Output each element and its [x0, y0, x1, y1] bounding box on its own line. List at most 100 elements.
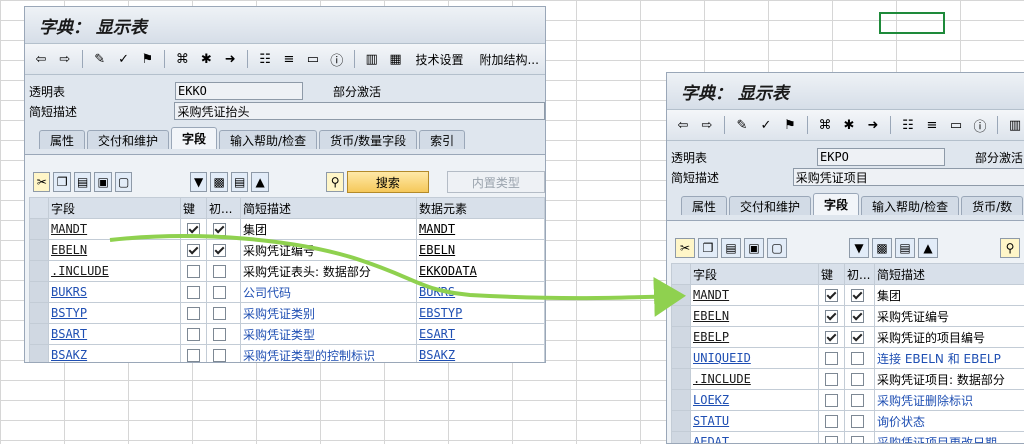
data-element-link[interactable]: BUKRS	[417, 282, 545, 303]
forward-icon[interactable]: ⇨	[55, 49, 75, 69]
initial-checkbox[interactable]	[213, 223, 226, 236]
tab-input-help-check[interactable]: 输入帮助/检查	[861, 196, 959, 215]
key-checkbox[interactable]	[825, 352, 838, 365]
row-selector[interactable]	[30, 324, 49, 345]
key-checkbox[interactable]	[187, 286, 200, 299]
selected-cell[interactable]	[879, 12, 945, 34]
short-desc-field[interactable]: 采购凭证项目	[793, 168, 1024, 186]
hierarchy-icon[interactable]: ☷	[898, 115, 918, 135]
table-row[interactable]: .INCLUDE采购凭证项目: 数据部分	[672, 369, 1024, 390]
sort-up-icon[interactable]: ▲	[918, 238, 938, 258]
row-selector-header[interactable]	[30, 198, 49, 219]
builtin-type-button[interactable]: 内置类型	[447, 171, 545, 193]
row-selector[interactable]	[30, 282, 49, 303]
short-desc-field[interactable]: 采购凭证抬头	[174, 102, 545, 120]
row-selector[interactable]	[30, 219, 49, 240]
graphic-icon[interactable]: ▥	[1005, 115, 1024, 135]
paste-icon[interactable]: ▤	[721, 238, 741, 258]
select-all-icon[interactable]: ▩	[872, 238, 892, 258]
initial-checkbox[interactable]	[213, 328, 226, 341]
row-selector[interactable]	[672, 348, 691, 369]
delete-row-icon[interactable]: ▢	[767, 238, 787, 258]
row-selector[interactable]	[672, 306, 691, 327]
key-checkbox[interactable]	[825, 331, 838, 344]
field-name-link[interactable]: EBELN	[691, 306, 819, 327]
data-element-link[interactable]: BSAKZ	[417, 345, 545, 364]
field-name-link[interactable]: BSTYP	[49, 303, 181, 324]
key-checkbox[interactable]	[187, 349, 200, 362]
copy-icon[interactable]: ❐	[53, 172, 70, 192]
row-selector[interactable]	[30, 345, 49, 364]
find-icon[interactable]: ⚲	[326, 172, 343, 192]
info-icon[interactable]: ⓘ	[327, 49, 347, 69]
key-checkbox[interactable]	[825, 436, 838, 444]
table-row[interactable]: BUKRS公司代码BUKRS	[30, 282, 545, 303]
table-row[interactable]: MANDT集团MANDT	[30, 219, 545, 240]
check-icon[interactable]: ✓	[114, 49, 134, 69]
table-row[interactable]: AEDAT采购凭证项目更改日期	[672, 432, 1024, 444]
table-row[interactable]: .INCLUDE采购凭证表头: 数据部分EKKODATA	[30, 261, 545, 282]
row-selector[interactable]	[672, 285, 691, 306]
key-checkbox[interactable]	[187, 244, 200, 257]
find-icon[interactable]: ⚲	[1000, 238, 1020, 258]
cut-icon[interactable]: ✂	[33, 172, 50, 192]
key-checkbox[interactable]	[825, 415, 838, 428]
initial-checkbox[interactable]	[851, 415, 864, 428]
graphic-icon[interactable]: ▥	[362, 49, 382, 69]
where-used-icon[interactable]: ⌘	[172, 49, 192, 69]
initial-checkbox[interactable]	[213, 286, 226, 299]
tab-currency-quantity[interactable]: 货币/数量字段	[319, 130, 417, 149]
tab-indexes[interactable]: 索引	[419, 130, 465, 149]
delete-row-icon[interactable]: ▢	[115, 172, 132, 192]
initial-checkbox[interactable]	[851, 310, 864, 323]
hierarchy-icon[interactable]: ☷	[255, 49, 275, 69]
field-name-link[interactable]: AEDAT	[691, 432, 819, 444]
technical-settings-button[interactable]: 技术设置	[409, 51, 469, 68]
field-name-link[interactable]: .INCLUDE	[691, 369, 819, 390]
table-contents-icon[interactable]: ▦	[386, 49, 406, 69]
window-icon[interactable]: ▭	[303, 49, 323, 69]
back-icon[interactable]: ⇦	[673, 115, 693, 135]
paste-icon[interactable]: ▤	[74, 172, 91, 192]
row-selector-header[interactable]	[672, 264, 691, 285]
field-name-link[interactable]: EBELP	[691, 327, 819, 348]
tab-delivery-maintenance[interactable]: 交付和维护	[87, 130, 169, 149]
back-icon[interactable]: ⇦	[31, 49, 51, 69]
table-name-field[interactable]: EKKO	[175, 82, 303, 100]
sort-down-icon[interactable]: ▼	[190, 172, 207, 192]
key-checkbox[interactable]	[825, 310, 838, 323]
key-checkbox[interactable]	[187, 328, 200, 341]
initial-checkbox[interactable]	[851, 436, 864, 444]
table-row[interactable]: EBELN采购凭证编号	[672, 306, 1024, 327]
cut-icon[interactable]: ✂	[675, 238, 695, 258]
key-checkbox[interactable]	[825, 373, 838, 386]
field-name-link[interactable]: LOEKZ	[691, 390, 819, 411]
object-list-icon[interactable]: ✱	[839, 115, 859, 135]
append-structure-button[interactable]: 附加结构...	[473, 51, 544, 68]
tab-fields[interactable]: 字段	[813, 193, 859, 215]
sort-down-icon[interactable]: ▼	[849, 238, 869, 258]
tab-input-help-check[interactable]: 输入帮助/检查	[219, 130, 317, 149]
table-row[interactable]: LOEKZ采购凭证删除标识	[672, 390, 1024, 411]
check-icon[interactable]: ✓	[756, 115, 776, 135]
initial-checkbox[interactable]	[851, 373, 864, 386]
initial-checkbox[interactable]	[213, 244, 226, 257]
row-selector[interactable]	[30, 261, 49, 282]
field-name-link[interactable]: UNIQUEID	[691, 348, 819, 369]
key-checkbox[interactable]	[187, 265, 200, 278]
table-row[interactable]: BSAKZ采购凭证类型的控制标识BSAKZ	[30, 345, 545, 364]
field-name-link[interactable]: .INCLUDE	[49, 261, 181, 282]
table-row[interactable]: EBELN采购凭证编号EBELN	[30, 240, 545, 261]
initial-checkbox[interactable]	[851, 352, 864, 365]
row-selector[interactable]	[30, 240, 49, 261]
list-icon[interactable]: ≡	[922, 115, 942, 135]
table-row[interactable]: UNIQUEID连接 EBELN 和 EBELP	[672, 348, 1024, 369]
table-row[interactable]: EBELP采购凭证的项目编号	[672, 327, 1024, 348]
field-name-link[interactable]: MANDT	[691, 285, 819, 306]
table-row[interactable]: MANDT集团	[672, 285, 1024, 306]
key-checkbox[interactable]	[187, 307, 200, 320]
select-all-icon[interactable]: ▩	[210, 172, 227, 192]
data-element-link[interactable]: ESART	[417, 324, 545, 345]
sort-up-icon[interactable]: ▲	[251, 172, 268, 192]
window-icon[interactable]: ▭	[946, 115, 966, 135]
